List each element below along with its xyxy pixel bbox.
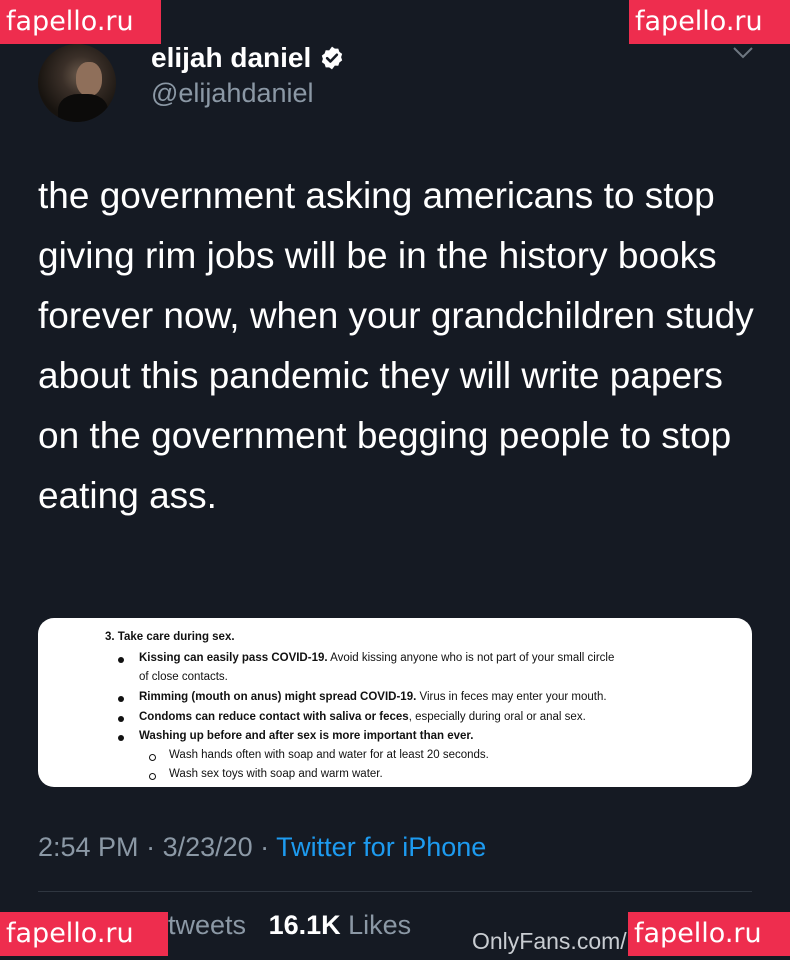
media-heading: 3. Take care during sex. [105,631,235,643]
watermark-top-right: fapello.ru [629,0,790,44]
media-subitem: Wash hands often with soap and water for… [169,749,489,761]
media-item: Rimming (mouth on anus) might spread COV… [139,691,607,703]
media-item-continuation: of close contacts. [139,671,228,683]
bullet-icon [118,696,124,702]
onlyfans-watermark: OnlyFans.com/ [472,928,627,954]
watermark-bottom-right: fapello.ru [628,912,790,956]
tweet-header: elijah daniel @elijahdaniel [38,38,758,122]
author-name[interactable]: elijah daniel [151,42,345,74]
tweet-time[interactable]: 2:54 PM [38,832,139,862]
watermark-top-left: fapello.ru [0,0,161,44]
avatar-face [76,62,102,96]
avatar[interactable] [38,44,116,122]
circle-bullet-icon [149,773,156,780]
tweet-date[interactable]: 3/23/20 [163,832,253,862]
verified-badge-icon [322,46,343,70]
circle-bullet-icon [149,754,156,761]
bullet-icon [118,735,124,741]
likes-label[interactable]: Likes [348,910,411,940]
meta-separator: · [252,832,277,862]
bullet-icon [118,716,124,722]
author-handle[interactable]: @elijahdaniel [151,78,314,109]
media-item: Kissing can easily pass COVID-19. Avoid … [139,652,615,664]
retweets-label[interactable]: tweets [168,910,246,940]
media-item: Washing up before and after sex is more … [139,730,474,742]
media-item: Condoms can reduce contact with saliva o… [139,711,586,723]
likes-count[interactable]: 16.1K [269,910,341,940]
tweet-screenshot: fapello.ru fapello.ru elijah daniel @eli… [0,0,790,960]
tweet-source-link[interactable]: Twitter for iPhone [276,832,486,862]
bullet-icon [118,657,124,663]
watermark-bottom-left: fapello.ru [0,912,168,956]
media-subitem: Wash sex toys with soap and warm water. [169,768,383,780]
tweet-media-image[interactable]: 3. Take care during sex. Kissing can eas… [38,618,752,787]
display-name[interactable]: elijah daniel [151,42,311,74]
meta-separator: · [138,832,163,862]
tweet-text: the government asking americans to stop … [38,175,754,516]
tweet-meta: 2:54 PM · 3/23/20 · Twitter for iPhone [38,832,486,863]
divider [38,891,752,892]
avatar-body [58,94,108,122]
chevron-down-icon[interactable] [732,46,754,60]
